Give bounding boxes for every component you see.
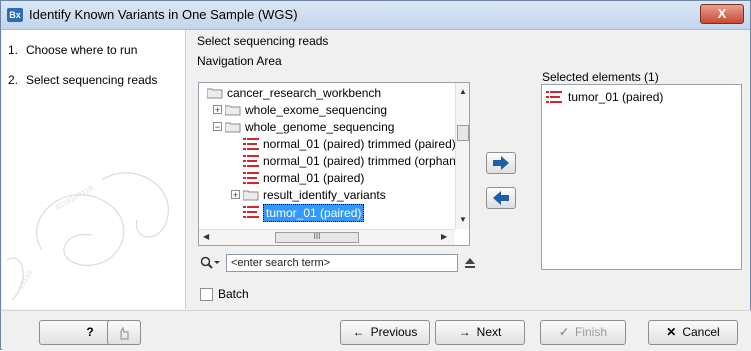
tree-row-label: tumor_01 (paired) [263, 204, 365, 222]
arrow-left-icon [493, 191, 509, 205]
next-button[interactable]: → Next [435, 320, 525, 345]
tree-row-label: cancer_research_workbench [227, 86, 382, 100]
reset-button[interactable] [107, 320, 141, 345]
window-title: Identify Known Variants in One Sample (W… [29, 7, 298, 22]
arrow-left-nav-icon: ← [352, 325, 365, 339]
finish-button[interactable]: ✓ Finish [540, 320, 626, 345]
wizard-steps-sidebar: 1. Choose where to run 2. Select sequencin… [2, 30, 186, 309]
tree-row[interactable]: normal_01 (paired) trimmed (orphans) [199, 153, 466, 169]
tree-row[interactable]: + result_identify_variants [199, 187, 453, 203]
list-item[interactable]: tumor_01 (paired) [546, 89, 736, 105]
selected-elements-label: Selected elements (1) [542, 70, 659, 84]
collapse-icon[interactable]: − [213, 122, 222, 132]
step-choose-where-to-run: 1. Choose where to run [8, 43, 138, 57]
previous-button[interactable]: ← Previous [340, 320, 430, 345]
next-label: Next [476, 325, 502, 339]
tree-row-label: whole_genome_sequencing [245, 120, 395, 134]
svg-text:10110: 10110 [18, 269, 35, 291]
tree-row-label: normal_01 (paired) trimmed (orphans) [263, 154, 466, 168]
tree-row-label: whole_exome_sequencing [245, 103, 388, 117]
folder-icon [225, 122, 241, 133]
eject-icon[interactable] [464, 257, 476, 269]
scroll-left-icon[interactable]: ◀ [203, 232, 209, 241]
batch-checkbox[interactable] [200, 288, 213, 301]
arrow-right-nav-icon: → [458, 325, 471, 339]
scroll-up-icon[interactable]: ▲ [459, 87, 467, 96]
folder-icon [207, 88, 223, 99]
selected-item-label: tumor_01 (paired) [568, 90, 664, 104]
previous-label: Previous [370, 325, 418, 339]
scroll-down-icon[interactable]: ▼ [459, 215, 467, 224]
main-content: Select sequencing reads Navigation Area … [186, 30, 750, 309]
sequence-list-icon [243, 155, 259, 167]
button-bar: ? ← Previous → Next ✓ Finish ✕ Cancel [2, 310, 751, 351]
tree-row[interactable]: normal_01 (paired) [199, 170, 453, 186]
remove-from-selected-button[interactable] [486, 187, 516, 209]
expand-icon[interactable]: + [213, 105, 222, 115]
navigation-tree[interactable]: cancer_research_workbench + whole_exome_se… [198, 82, 470, 246]
title-bar: Bx Identify Known Variants in One Sample… [1, 1, 750, 30]
tree-row[interactable]: + whole_exome_sequencing [199, 102, 453, 118]
vertical-scroll-thumb[interactable] [457, 125, 469, 141]
tree-row[interactable]: normal_01 (paired) trimmed (paired) [199, 136, 456, 152]
folder-icon [225, 105, 241, 116]
selected-elements-list[interactable]: tumor_01 (paired) [541, 84, 742, 270]
search-input[interactable]: <enter search term> [226, 254, 458, 272]
app-icon: Bx [7, 8, 23, 22]
expand-icon[interactable]: + [231, 190, 240, 200]
cancel-x-icon: ✕ [666, 325, 677, 339]
reset-hand-icon [120, 326, 129, 340]
horizontal-scrollbar[interactable]: ◀ III ▶ [199, 229, 455, 245]
section-title: Select sequencing reads [197, 34, 329, 48]
decorative-spiral-graphic: 0110100110 10110 [6, 172, 169, 301]
tree-row-label: result_identify_variants [263, 188, 386, 202]
sequence-list-icon [546, 91, 562, 103]
folder-icon [243, 190, 259, 201]
tree-row-label: normal_01 (paired) trimmed (paired) [263, 137, 456, 151]
step-select-sequencing-reads: 2. Select sequencing reads [8, 73, 158, 87]
sequence-list-icon [243, 172, 259, 184]
tree-row[interactable]: cancer_research_workbench [199, 85, 453, 101]
tree-row[interactable]: tumor_01 (paired) [199, 204, 453, 222]
finish-label: Finish [575, 325, 608, 339]
tree-row-label: normal_01 (paired) [263, 171, 365, 185]
vertical-scrollbar[interactable]: ▲ ▼ [455, 83, 469, 229]
scroll-right-icon[interactable]: ▶ [441, 232, 447, 241]
search-bar: <enter search term> [198, 252, 498, 274]
search-icon[interactable] [200, 256, 220, 270]
navigation-area-label: Navigation Area [197, 54, 282, 68]
batch-label: Batch [218, 287, 249, 301]
sequence-list-icon [243, 206, 259, 218]
horizontal-scroll-thumb[interactable]: III [275, 232, 359, 243]
tree-row[interactable]: − whole_genome_sequencing [199, 119, 453, 135]
arrow-right-icon [493, 156, 509, 170]
sequence-list-icon [243, 138, 259, 150]
cancel-button[interactable]: ✕ Cancel [648, 320, 738, 345]
cancel-label: Cancel [682, 325, 720, 339]
close-button[interactable]: X [700, 4, 744, 24]
check-icon: ✓ [558, 325, 570, 339]
dialog-window: Bx Identify Known Variants in One Sample… [0, 0, 751, 351]
add-to-selected-button[interactable] [486, 152, 516, 174]
